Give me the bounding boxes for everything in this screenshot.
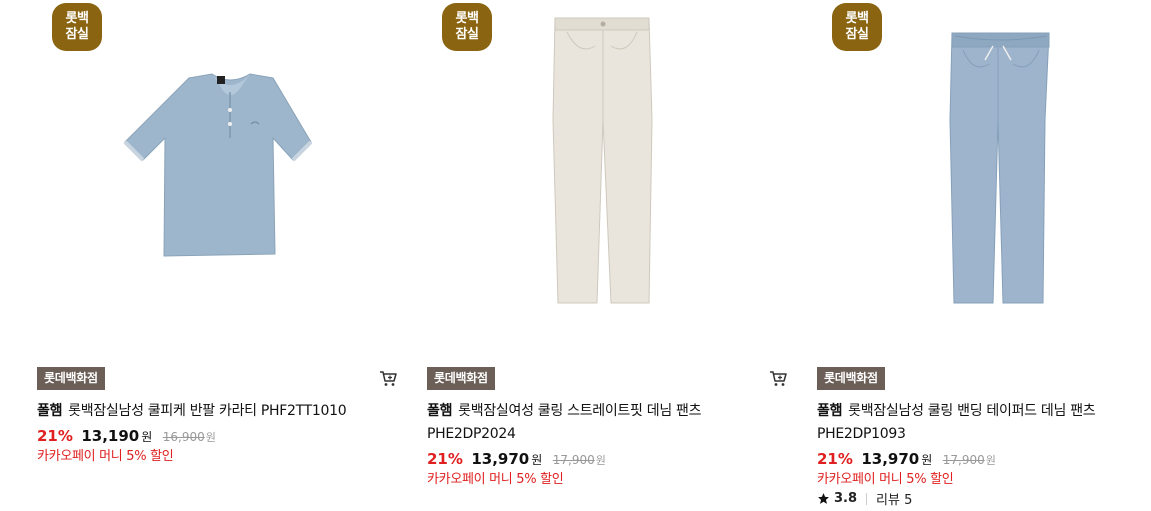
product-card[interactable]: 롯백 잠실 롯데백화점 폴햄 롯백잠실남성 쿨피케 반팔 카라티 PHF2TT10… (37, 0, 397, 511)
product-card[interactable]: 롯백 잠실 롯데백화점 폴햄 롯백잠실남성 쿨링 밴딩 테이퍼드 데님 팬츠 PH… (817, 0, 1151, 511)
rating-value: 3.8 (834, 491, 858, 506)
promo-text: 카카오페이 머니 5% 할인 (37, 449, 174, 464)
sale-price: 13,970 (471, 450, 530, 468)
price-row: 21% 13,190 원 16,900원 (37, 427, 216, 447)
cart-icon (380, 371, 397, 386)
add-to-cart-button[interactable] (768, 368, 788, 388)
pants-image (949, 32, 1050, 304)
product-title[interactable]: 폴햄 롯백잠실남성 쿨링 밴딩 테이퍼드 데님 팬츠 PHE2DP1093 (817, 400, 1151, 446)
product-name: 롯백잠실여성 쿨링 스트레이트핏 데님 팬츠 PHE2DP2024 (427, 403, 702, 442)
store-badge: 롯백 잠실 (52, 3, 102, 51)
discount-rate: 21% (37, 427, 73, 445)
pants-image (552, 17, 653, 304)
review-summary[interactable]: 3.8 리뷰 5 (817, 489, 912, 508)
discount-rate: 21% (427, 450, 463, 468)
store-badge: 롯백 잠실 (442, 3, 492, 51)
product-thumbnail[interactable]: 롯백 잠실 (817, 0, 1151, 350)
price-row: 21% 13,970 원 17,900원 (817, 450, 996, 470)
add-to-cart-button[interactable] (378, 368, 398, 388)
product-name: 롯백잠실남성 쿨피케 반팔 카라티 PHF2TT1010 (68, 403, 347, 419)
department-store-tag: 롯데백화점 (37, 367, 105, 390)
product-name: 롯백잠실남성 쿨링 밴딩 테이퍼드 데님 팬츠 PHE2DP1093 (817, 403, 1096, 442)
review-count: 리뷰 5 (876, 493, 913, 508)
product-card[interactable]: 롯백 잠실 롯데백화점 폴햄 롯백잠실여성 쿨링 스트레이트핏 데님 팬츠 PHE… (427, 0, 787, 511)
department-store-tag: 롯데백화점 (817, 367, 885, 390)
original-currency-unit: 원 (595, 454, 606, 467)
original-price: 17,900 (942, 453, 985, 467)
brand-name: 폴햄 (427, 403, 453, 419)
sale-price: 13,970 (861, 450, 920, 468)
promo-text: 카카오페이 머니 5% 할인 (427, 472, 564, 487)
polo-shirt-image (123, 73, 313, 257)
original-currency-unit: 원 (205, 431, 216, 444)
discount-rate: 21% (817, 450, 853, 468)
product-title[interactable]: 폴햄 롯백잠실남성 쿨피케 반팔 카라티 PHF2TT1010 (37, 400, 397, 423)
currency-unit: 원 (141, 430, 153, 444)
cart-icon (770, 371, 787, 386)
original-currency-unit: 원 (985, 454, 996, 467)
sale-price: 13,190 (81, 427, 140, 445)
brand-name: 폴햄 (37, 403, 63, 419)
original-price: 17,900 (552, 453, 595, 467)
divider (866, 492, 868, 505)
currency-unit: 원 (921, 453, 933, 467)
product-title[interactable]: 폴햄 롯백잠실여성 쿨링 스트레이트핏 데님 팬츠 PHE2DP2024 (427, 400, 787, 446)
currency-unit: 원 (531, 453, 543, 467)
department-store-tag: 롯데백화점 (427, 367, 495, 390)
star-icon (818, 493, 829, 504)
product-thumbnail[interactable]: 롯백 잠실 (427, 0, 787, 350)
price-row: 21% 13,970 원 17,900원 (427, 450, 606, 470)
product-thumbnail[interactable]: 롯백 잠실 (37, 0, 397, 350)
brand-name: 폴햄 (817, 403, 843, 419)
original-price: 16,900 (162, 430, 205, 444)
store-badge: 롯백 잠실 (832, 3, 882, 51)
promo-text: 카카오페이 머니 5% 할인 (817, 472, 954, 487)
